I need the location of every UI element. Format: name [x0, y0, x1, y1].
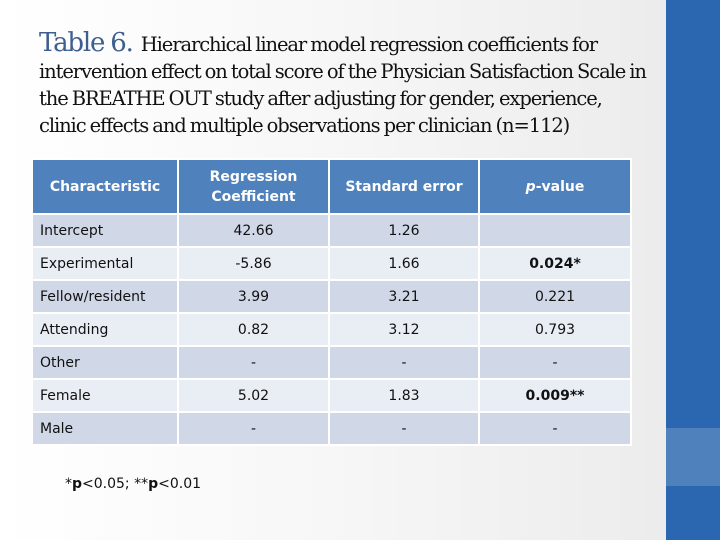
- cell-characteristic: Other: [31, 345, 179, 380]
- cell-coefficient: 5.02: [177, 378, 330, 413]
- header-characteristic-label: Characteristic: [49, 178, 161, 195]
- table-row: Male - - -: [31, 411, 632, 446]
- table-row: Other - - -: [31, 345, 632, 380]
- cell-std-error: 1.83: [328, 378, 480, 413]
- cell-std-error: 3.21: [328, 279, 480, 314]
- cell-std-error: -: [328, 411, 480, 446]
- significance-footnote: *p<0.05; **p<0.01: [65, 476, 201, 492]
- cell-std-error: 3.12: [328, 312, 480, 347]
- cell-coefficient: 0.82: [177, 312, 330, 347]
- footnote-star1: *: [65, 476, 72, 492]
- cell-characteristic: Fellow/resident: [31, 279, 179, 314]
- cell-coefficient: -: [177, 345, 330, 380]
- footnote-text1: <0.05;: [82, 476, 135, 492]
- slide-title: Table 6. Hierarchical linear model regre…: [39, 30, 649, 139]
- cell-coefficient: 3.99: [177, 279, 330, 314]
- cell-characteristic: Experimental: [31, 246, 179, 281]
- cell-coefficient: -5.86: [177, 246, 330, 281]
- cell-characteristic: Male: [31, 411, 179, 446]
- cell-pvalue: -: [478, 411, 632, 446]
- header-std-error-label: Standard error: [345, 178, 463, 195]
- cell-pvalue: 0.221: [478, 279, 632, 314]
- footnote-p2: p: [148, 476, 159, 492]
- cell-std-error: 1.26: [328, 213, 480, 248]
- header-std-error: Standard error: [328, 158, 480, 215]
- table-row: Attending 0.82 3.12 0.793: [31, 312, 632, 347]
- header-pvalue: p-value: [478, 158, 632, 215]
- cell-pvalue: -: [478, 345, 632, 380]
- cell-coefficient: -: [177, 411, 330, 446]
- table-row: Experimental -5.86 1.66 0.024*: [31, 246, 632, 281]
- cell-std-error: 1.66: [328, 246, 480, 281]
- side-accent-panel: [666, 0, 720, 540]
- cell-characteristic: Attending: [31, 312, 179, 347]
- footnote-star2: **: [134, 476, 149, 492]
- header-row: Characteristic Regression Coefficient St…: [31, 158, 632, 215]
- table-row: Female 5.02 1.83 0.009**: [31, 378, 632, 413]
- cell-pvalue: 0.024*: [478, 246, 632, 281]
- table-row: Fellow/resident 3.99 3.21 0.221: [31, 279, 632, 314]
- table-number-label: Table 6.: [39, 28, 134, 58]
- table-row: Intercept 42.66 1.26: [31, 213, 632, 248]
- header-pvalue-rest: -value: [535, 178, 585, 195]
- cell-characteristic: Female: [31, 378, 179, 413]
- cell-pvalue: [478, 213, 632, 248]
- footnote-p1: p: [72, 476, 83, 492]
- header-coefficient: Regression Coefficient: [177, 158, 330, 215]
- header-pvalue-italic-p: p: [525, 178, 536, 195]
- side-accent-band: [666, 428, 720, 486]
- cell-pvalue: 0.009**: [478, 378, 632, 413]
- cell-coefficient: 42.66: [177, 213, 330, 248]
- cell-std-error: -: [328, 345, 480, 380]
- footnote-text2: <0.01: [158, 476, 202, 492]
- header-coefficient-line1: Regression: [209, 168, 298, 185]
- cell-characteristic: Intercept: [31, 213, 179, 248]
- header-characteristic: Characteristic: [31, 158, 179, 215]
- header-coefficient-line2: Coefficient: [211, 188, 296, 205]
- table-body: Intercept 42.66 1.26 Experimental -5.86 1.66 0…: [31, 213, 632, 446]
- cell-pvalue: 0.793: [478, 312, 632, 347]
- regression-table: Characteristic Regression Coefficient St…: [31, 158, 632, 446]
